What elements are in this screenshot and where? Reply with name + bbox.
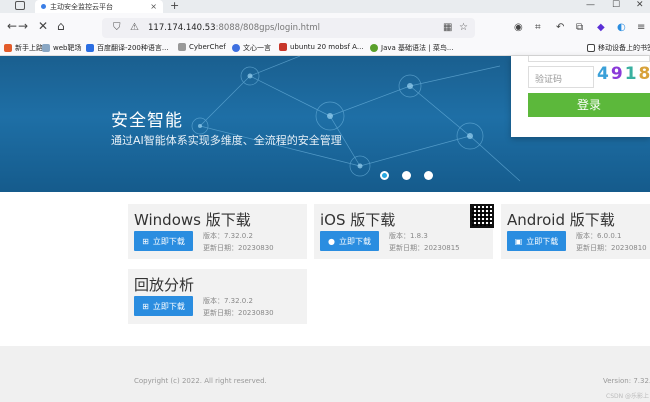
- captcha-char: 8: [638, 64, 650, 84]
- runoob-icon: [370, 44, 378, 52]
- apple-icon: ●: [328, 236, 335, 246]
- windows-icon: ⊞: [142, 236, 149, 246]
- forward-icon[interactable]: →: [18, 19, 28, 33]
- banner-title: 安全智能: [111, 111, 183, 131]
- banner-subtitle: 通过AI智能体系实现多维度、全流程的安全管理: [111, 134, 342, 147]
- captcha-char: 1: [624, 64, 639, 84]
- url-text[interactable]: 117.174.140.53:8088/808gps/login.html: [148, 23, 320, 33]
- tab-title: 主动安全监控云平台: [50, 2, 113, 11]
- download-card-ios: iOS 版下载 ● 立即下载 版本：1.8.3 更新日期：20230815: [314, 204, 493, 259]
- site-info-icon[interactable]: ⚠: [130, 22, 139, 33]
- tab-favicon-icon: [41, 4, 46, 9]
- account-icon[interactable]: ◉: [514, 22, 523, 33]
- bookmark-item[interactable]: web靶场: [42, 43, 81, 53]
- carousel-dot[interactable]: [424, 171, 433, 180]
- copyright-text: Copyright (c) 2022. All right reserved.: [134, 377, 267, 385]
- maximize-icon[interactable]: ☐: [612, 0, 620, 10]
- watermark-text: CSDN @乐影上: [606, 393, 650, 400]
- shield-icon[interactable]: ⛉: [113, 22, 121, 33]
- folder-icon: [42, 44, 50, 52]
- update-date-text: 更新日期：20230830: [203, 244, 274, 252]
- ubuntu-icon: [279, 43, 287, 51]
- carousel-dot[interactable]: [380, 171, 389, 180]
- download-button[interactable]: ⊞ 立即下载: [134, 296, 193, 316]
- undo-icon[interactable]: ↶: [556, 22, 564, 33]
- card-title: iOS 版下载: [320, 211, 396, 229]
- cyberchef-icon: [178, 43, 186, 51]
- password-field[interactable]: [528, 56, 650, 62]
- bookmark-item[interactable]: 百度翻译-200种语言...: [86, 43, 169, 53]
- back-icon[interactable]: ←: [7, 19, 17, 33]
- update-date-text: 更新日期：20230815: [389, 244, 460, 252]
- close-tab-icon[interactable]: ×: [150, 2, 157, 11]
- new-tab-icon[interactable]: +: [170, 0, 179, 12]
- card-title: Windows 版下载: [134, 211, 251, 229]
- qr-code-icon[interactable]: [470, 204, 494, 228]
- captcha-input[interactable]: 验证码: [528, 66, 594, 88]
- mobile-bookmarks[interactable]: 移动设备上的书签: [587, 43, 650, 53]
- login-button[interactable]: 登录: [528, 93, 650, 117]
- captcha-char: 4: [597, 64, 611, 84]
- browser-tab[interactable]: 主动安全监控云平台 ×: [35, 0, 163, 13]
- mobile-icon: [587, 44, 595, 52]
- download-card-android: Android 版下载 ▣ 立即下载 版本：6.0.0.1 更新日期：202308…: [501, 204, 650, 259]
- version-text: 版本：6.0.0.1: [576, 232, 622, 240]
- version-text: 版本：1.8.3: [389, 232, 428, 240]
- update-date-text: 更新日期：20230830: [203, 309, 274, 317]
- screenshot-icon[interactable]: ⌗: [535, 22, 541, 33]
- download-button[interactable]: ● 立即下载: [320, 231, 379, 251]
- captcha-char: 9: [610, 64, 625, 84]
- extension-icon[interactable]: ◆: [597, 22, 605, 33]
- card-title: Android 版下载: [507, 211, 615, 229]
- download-button[interactable]: ⊞ 立即下载: [134, 231, 193, 251]
- windows-icon: ⊞: [142, 301, 149, 311]
- extensions-icon[interactable]: ⧉: [576, 22, 583, 33]
- extension-badge-icon[interactable]: ◐: [617, 22, 626, 33]
- version-text: 版本：7.32.0.2: [203, 297, 253, 305]
- baidu-translate-icon: [86, 44, 94, 52]
- bookmarks-bar: 新手上路 web靶场 百度翻译-200种语言... CyberChef 文心一言…: [0, 40, 650, 56]
- home-icon[interactable]: ⌂: [57, 19, 65, 33]
- minimize-icon[interactable]: —: [586, 0, 595, 10]
- stop-loading-icon[interactable]: ✕: [38, 19, 48, 33]
- download-card-windows: Windows 版下载 ⊞ 立即下载 版本：7.32.0.2 更新日期：20230…: [128, 204, 307, 259]
- tab-overview-icon[interactable]: [15, 1, 25, 10]
- carousel-dot[interactable]: [402, 171, 411, 180]
- browser-titlebar: 主动安全监控云平台 × + — ☐ ✕: [0, 0, 650, 13]
- qr-code-icon[interactable]: ▦: [443, 22, 452, 33]
- page-footer: [0, 346, 650, 402]
- login-panel: 验证码 4918 登录: [511, 56, 650, 137]
- bookmark-item[interactable]: CyberChef: [178, 43, 226, 51]
- menu-icon[interactable]: ≡: [637, 22, 645, 33]
- bookmark-item[interactable]: 文心一言: [232, 43, 271, 53]
- carousel-dots: [380, 171, 433, 180]
- wenxin-icon: [232, 44, 240, 52]
- version-text: 版本：7.32.0.2: [203, 232, 253, 240]
- bookmark-item[interactable]: ubuntu 20 mobsf A...: [279, 43, 364, 51]
- captcha-image[interactable]: 4918: [597, 64, 650, 84]
- download-card-playback: 回放分析 ⊞ 立即下载 版本：7.32.0.2 更新日期：20230830: [128, 269, 307, 324]
- android-icon: ▣: [514, 236, 523, 246]
- download-button[interactable]: ▣ 立即下载: [507, 231, 566, 251]
- bookmark-item[interactable]: Java 基础语法 | 菜鸟...: [370, 43, 454, 53]
- star-icon[interactable]: ☆: [459, 22, 468, 33]
- close-window-icon[interactable]: ✕: [636, 0, 644, 10]
- update-date-text: 更新日期：20230810: [576, 244, 647, 252]
- bookmark-icon: [4, 44, 12, 52]
- card-title: 回放分析: [134, 276, 195, 294]
- bookmark-item[interactable]: 新手上路: [4, 43, 43, 53]
- version-footer-text: Version: 7.32.0.2: [603, 377, 650, 385]
